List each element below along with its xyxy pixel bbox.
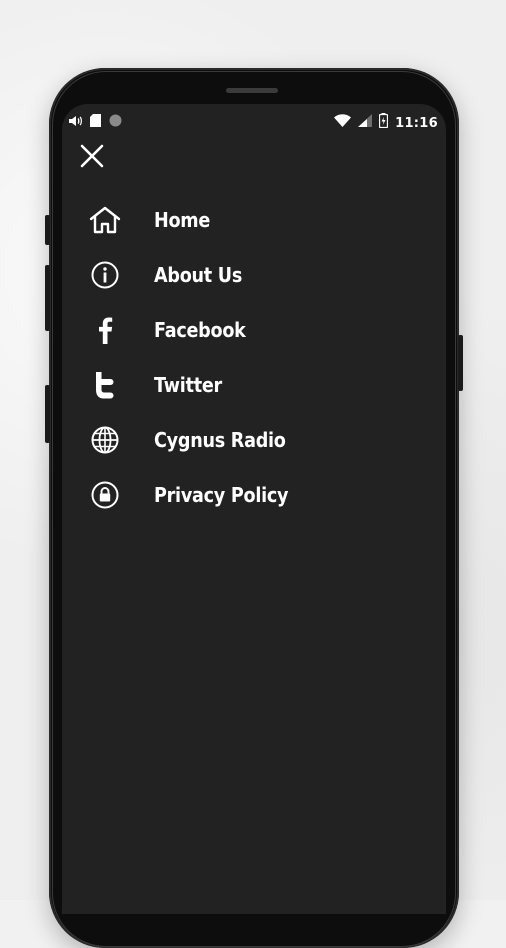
status-left-icons — [68, 114, 122, 132]
twitter-icon — [88, 368, 122, 402]
menu-item-home[interactable]: Home — [62, 192, 446, 247]
dot-icon — [109, 114, 122, 132]
phone-side-button-left-2 — [45, 265, 50, 331]
menu-item-label: Cygnus Radio — [154, 427, 286, 452]
facebook-icon — [88, 313, 122, 347]
app-screen: 11:16 Home About Us Facebook Twitter Cyg… — [62, 104, 446, 914]
phone-speaker — [226, 88, 278, 93]
menu-item-label: Privacy Policy — [154, 482, 289, 507]
volume-icon — [68, 114, 82, 132]
status-time: 11:16 — [395, 115, 438, 131]
menu-item-twitter[interactable]: Twitter — [62, 357, 446, 412]
menu-item-label: Home — [154, 207, 211, 232]
globe-icon — [88, 423, 122, 457]
nav-menu: Home About Us Facebook Twitter Cygnus Ra… — [62, 192, 446, 522]
menu-item-about-us[interactable]: About Us — [62, 247, 446, 302]
menu-item-label: About Us — [154, 262, 243, 287]
menu-item-facebook[interactable]: Facebook — [62, 302, 446, 357]
menu-item-label: Facebook — [154, 317, 246, 342]
close-icon — [80, 144, 104, 168]
menu-item-cygnus-radio[interactable]: Cygnus Radio — [62, 412, 446, 467]
phone-side-button-left-1 — [45, 215, 50, 245]
menu-item-label: Twitter — [154, 372, 222, 397]
phone-side-button-left-3 — [45, 385, 50, 443]
home-icon — [88, 203, 122, 237]
signal-icon — [358, 114, 373, 132]
info-icon — [88, 258, 122, 292]
close-button[interactable] — [78, 142, 106, 170]
battery-icon — [378, 113, 389, 133]
status-right-icons: 11:16 — [334, 113, 438, 133]
phone-side-button-right — [458, 335, 463, 391]
lock-icon — [88, 478, 122, 512]
status-bar: 11:16 — [62, 104, 446, 138]
wifi-icon — [334, 114, 352, 132]
sd-card-icon — [90, 114, 101, 132]
menu-item-privacy-policy[interactable]: Privacy Policy — [62, 467, 446, 522]
